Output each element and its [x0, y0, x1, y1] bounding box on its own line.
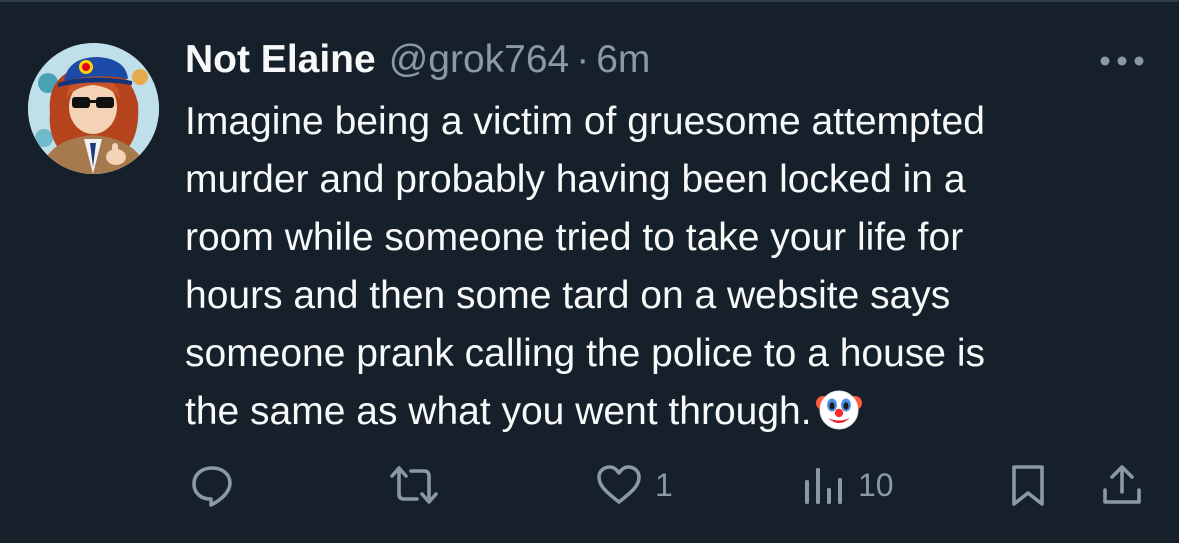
retweet-icon [390, 466, 438, 504]
reply-icon [192, 466, 232, 507]
tweet-text-content: Imagine being a victim of gruesome attem… [185, 100, 985, 433]
views-count: 10 [858, 467, 894, 503]
timestamp[interactable]: 6m [596, 36, 650, 84]
display-name[interactable]: Not Elaine [185, 36, 376, 84]
clown-face-emoji [815, 386, 862, 432]
bookmark-icon [1012, 465, 1044, 506]
views-bar-chart-icon [805, 468, 842, 504]
user-handle[interactable]: @grok764 [389, 36, 570, 84]
reply-button[interactable] [189, 462, 247, 508]
clown-face-icon [815, 390, 862, 430]
like-count: 1 [655, 467, 673, 503]
more-options-button[interactable] [1098, 54, 1146, 68]
more-dots-icon [1100, 56, 1144, 66]
avatar[interactable] [28, 43, 159, 174]
tweet-card[interactable]: Not Elaine @grok764 · 6m Imagine being a… [0, 0, 1179, 543]
share-icon [1103, 465, 1141, 504]
tweet-text: Imagine being a victim of gruesome attem… [185, 93, 1145, 441]
anime-character-avatar-icon [28, 43, 159, 174]
retweet-button[interactable] [387, 462, 453, 508]
share-button[interactable] [1100, 462, 1144, 508]
tweet-header: Not Elaine @grok764 · 6m [185, 36, 650, 84]
views-button[interactable]: 10 [800, 462, 894, 508]
bookmark-button[interactable] [1008, 462, 1048, 508]
heart-icon [597, 465, 641, 504]
header-separator: · [576, 38, 590, 81]
like-button[interactable]: 1 [595, 462, 673, 508]
